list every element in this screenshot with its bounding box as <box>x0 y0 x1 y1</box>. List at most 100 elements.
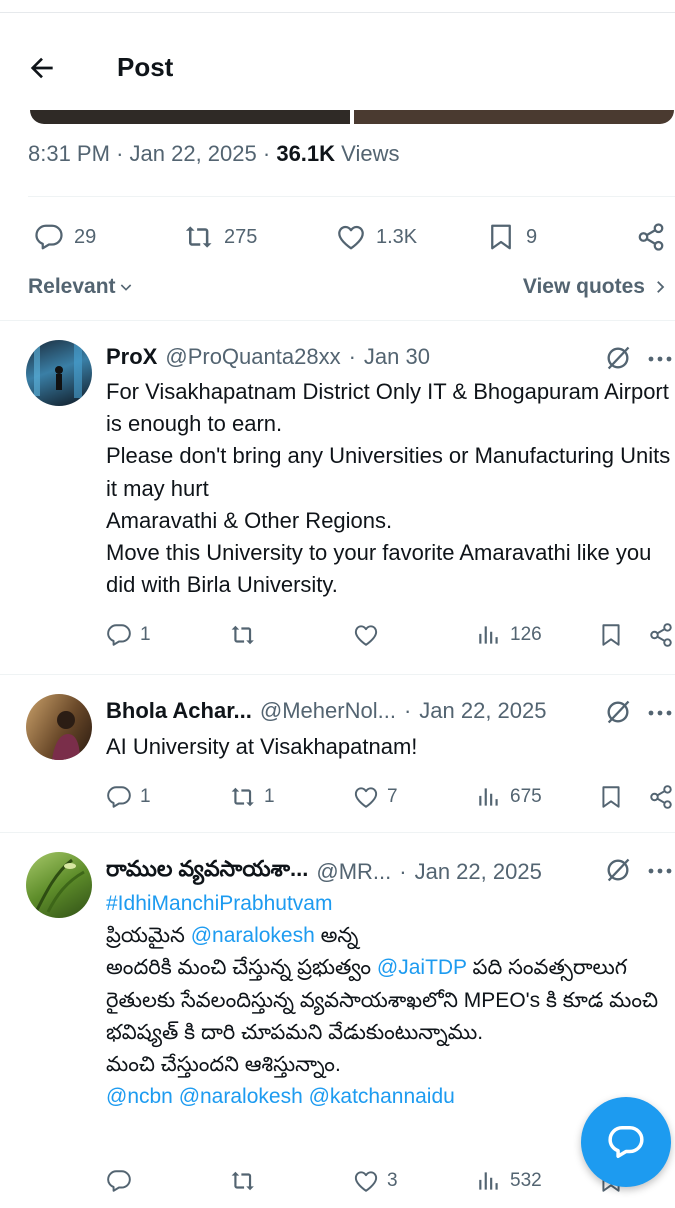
views-button[interactable]: 532 <box>476 1168 542 1194</box>
reply-author-handle[interactable]: @ProQuanta28xx <box>165 344 340 370</box>
reply-count: 29 <box>74 225 97 248</box>
share-button[interactable] <box>648 622 674 648</box>
reply-author-name[interactable]: ProX <box>106 344 157 370</box>
reply-header: రాముల వ్యవసాయశా... @MR... · Jan 22, 2025 <box>106 856 542 887</box>
avatar[interactable] <box>26 694 92 760</box>
mention-link[interactable]: @JaiTDP <box>377 956 467 979</box>
sort-label: Relevant <box>28 275 116 298</box>
like-icon <box>338 225 364 250</box>
repost-count: 1 <box>264 786 275 807</box>
post-meta: 8:31 PM · Jan 22, 2025 · 36.1K Views <box>28 141 400 166</box>
like-button[interactable] <box>353 622 387 648</box>
views-button[interactable]: 126 <box>476 622 542 648</box>
grok-icon[interactable] <box>604 698 632 726</box>
bookmark-icon <box>491 224 511 250</box>
avatar[interactable] <box>26 852 92 918</box>
reply-icon <box>107 786 131 808</box>
repost-count: 275 <box>224 225 258 248</box>
views-icon <box>479 1172 498 1190</box>
divider <box>0 832 675 833</box>
grok-icon[interactable] <box>604 856 632 884</box>
repost-icon <box>231 625 254 645</box>
bookmark-button[interactable]: 9 <box>486 222 537 252</box>
like-icon <box>354 625 378 646</box>
bookmark-icon <box>602 624 620 646</box>
repost-button[interactable]: 275 <box>184 222 257 252</box>
compose-reply-button[interactable] <box>581 1097 671 1187</box>
header-bar: Post <box>0 14 675 124</box>
chevron-right-icon <box>657 281 665 293</box>
views-icon <box>479 626 498 644</box>
grok-icon[interactable] <box>604 344 632 372</box>
reply-author-handle[interactable]: @MR... <box>316 859 391 885</box>
reply-icon <box>107 624 131 646</box>
page-title: Post <box>117 52 174 82</box>
views-count: 532 <box>510 1170 542 1191</box>
views-count: 126 <box>510 624 542 645</box>
bookmark-button[interactable] <box>598 784 624 810</box>
reply-date[interactable]: Jan 22, 2025 <box>419 698 546 724</box>
views-label: Views <box>341 141 400 166</box>
repost-icon <box>231 1171 254 1191</box>
reply-actions: 3 532 <box>0 1168 675 1208</box>
reply-count: 1 <box>140 624 151 645</box>
like-icon <box>354 1171 378 1192</box>
bookmark-count: 9 <box>526 225 538 248</box>
top-divider <box>0 12 675 13</box>
hashtag-link[interactable]: #IdhiManchiPrabhutvam <box>106 892 332 915</box>
reply-text: AI University at Visakhapatnam! <box>106 734 418 759</box>
bookmark-icon <box>602 786 620 808</box>
divider <box>0 674 675 675</box>
reply-button[interactable]: 1 <box>106 622 151 648</box>
post-image-2[interactable] <box>354 110 674 124</box>
reply-text: For Visakhapatnam District Only IT & Bho… <box>106 379 671 598</box>
reply-actions: 1 1 7 675 <box>0 784 675 824</box>
post-media-strip[interactable] <box>30 110 674 124</box>
sort-relevant-dropdown[interactable]: Relevant <box>28 275 134 299</box>
post-time: 8:31 PM <box>28 141 110 166</box>
post-image-1[interactable] <box>30 110 350 124</box>
reply-text-part: ప్రియమైన <box>106 924 191 948</box>
views-count[interactable]: 36.1K <box>276 141 335 166</box>
reply-actions: 1 126 <box>0 622 675 662</box>
reply-author-name[interactable]: రాముల వ్యవసాయశా... <box>106 856 308 887</box>
view-quotes-label: View quotes <box>522 275 645 298</box>
post-action-bar: 29 275 1.3K 9 <box>0 212 675 262</box>
share-button[interactable] <box>636 222 666 252</box>
mention-link[interactable]: @naralokesh <box>191 924 315 947</box>
more-icon[interactable] <box>648 354 672 364</box>
avatar-image <box>34 344 82 398</box>
like-button[interactable]: 7 <box>353 784 398 810</box>
more-icon[interactable] <box>648 866 672 876</box>
bookmark-button[interactable] <box>598 622 624 648</box>
post-date: Jan 22, 2025 <box>129 141 257 166</box>
share-button[interactable] <box>648 784 674 810</box>
like-count: 7 <box>387 786 398 807</box>
share-icon <box>650 623 672 647</box>
reply-icon <box>35 224 63 250</box>
reply-date[interactable]: Jan 30 <box>364 344 430 370</box>
reply-button[interactable] <box>106 1168 140 1194</box>
reply-author-name[interactable]: Bhola Achar... <box>106 698 252 724</box>
compose-reply-icon <box>608 1126 644 1158</box>
reply-date[interactable]: Jan 22, 2025 <box>415 859 542 885</box>
repost-button[interactable]: 1 <box>230 784 275 810</box>
views-button[interactable]: 675 <box>476 784 542 810</box>
repost-icon <box>185 226 212 248</box>
like-button[interactable]: 1.3K <box>336 222 417 252</box>
reply-count: 1 <box>140 786 151 807</box>
reply-button[interactable]: 29 <box>34 222 96 252</box>
views-count: 675 <box>510 786 542 807</box>
reply-author-handle[interactable]: @MeherNol... <box>260 698 396 724</box>
reply-button[interactable]: 1 <box>106 784 151 810</box>
avatar[interactable] <box>26 340 92 406</box>
like-button[interactable]: 3 <box>353 1168 398 1194</box>
mention-links[interactable]: @ncbn @naralokesh @katchannaidu <box>106 1085 455 1108</box>
repost-button[interactable] <box>230 1168 264 1194</box>
view-quotes-link[interactable]: View quotes <box>523 275 669 299</box>
share-icon <box>650 785 672 809</box>
repost-button[interactable] <box>230 622 264 648</box>
back-arrow-icon[interactable] <box>26 52 58 84</box>
divider <box>28 196 675 197</box>
more-icon[interactable] <box>648 708 672 718</box>
